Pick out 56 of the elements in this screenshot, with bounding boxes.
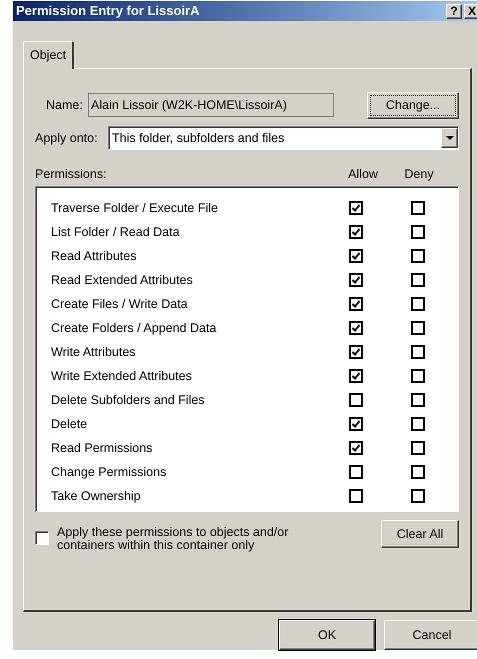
deny-checkbox[interactable] [411,369,425,383]
permission-name: Delete [51,416,88,433]
deny-checkbox[interactable] [411,489,425,503]
change-button[interactable]: Change... [367,92,459,118]
apply-onto-label: Apply onto: [35,130,99,147]
allow-checkbox[interactable] [349,321,363,335]
apply-within-label: Apply these permissions to objects and/or containers within this container only [57,526,290,552]
apply-onto-dropdown[interactable]: This folder, subfolders and files [108,126,459,150]
allow-checkbox[interactable] [349,489,363,503]
deny-checkbox[interactable] [411,297,425,311]
help-button[interactable]: ? [446,4,462,18]
permission-name: Create Folders / Append Data [51,320,218,337]
close-button[interactable]: X [464,4,477,18]
permission-name: Read Attributes [51,248,138,265]
allow-checkbox[interactable] [349,225,363,239]
permission-name: Create Files / Write Data [51,296,189,313]
deny-checkbox[interactable] [411,321,425,335]
permission-name: Take Ownership [51,488,142,505]
allow-checkbox[interactable] [349,249,363,263]
allow-checkbox[interactable] [349,417,363,431]
deny-checkbox[interactable] [411,417,425,431]
deny-checkbox[interactable] [411,465,425,479]
name-field: Alain Lissoir (W2K-HOME\LissoirA) [88,93,334,117]
deny-checkbox[interactable] [411,345,425,359]
tab[interactable]: Object [23,41,74,69]
deny-checkbox[interactable] [411,273,425,287]
permission-name: List Folder / Read Data [51,224,181,241]
column-header: Deny [403,166,435,183]
deny-checkbox[interactable] [411,225,425,239]
allow-checkbox[interactable] [349,297,363,311]
allow-checkbox[interactable] [349,393,363,407]
permission-name: Read Extended Attributes [51,272,194,289]
cancel-button[interactable]: Cancel [384,620,477,650]
allow-checkbox[interactable] [349,441,363,455]
permission-name: Delete Subfolders and Files [51,392,206,409]
window-title: Permission Entry for LissoirA [16,2,200,20]
permission-name: Write Attributes [51,344,137,361]
permission-name: Change Permissions [51,464,168,481]
permission-name: Write Extended Attributes [51,368,193,385]
allow-checkbox[interactable] [349,273,363,287]
name-label: Name: [46,96,84,114]
permissions-label: Permissions: [35,166,108,183]
deny-checkbox[interactable] [411,441,425,455]
apply-within-checkbox[interactable] [35,531,49,545]
allow-checkbox[interactable] [349,201,363,215]
ok-button[interactable]: OK [279,620,375,650]
deny-checkbox[interactable] [411,393,425,407]
allow-checkbox[interactable] [349,465,363,479]
allow-checkbox[interactable] [349,345,363,359]
column-header: Allow [347,166,379,183]
permission-name: Read Permissions [51,440,154,457]
allow-checkbox[interactable] [349,369,363,383]
deny-checkbox[interactable] [411,249,425,263]
clear-all-button[interactable]: Clear All [381,520,459,548]
deny-checkbox[interactable] [411,201,425,215]
permission-name: Traverse Folder / Execute File [51,200,219,217]
